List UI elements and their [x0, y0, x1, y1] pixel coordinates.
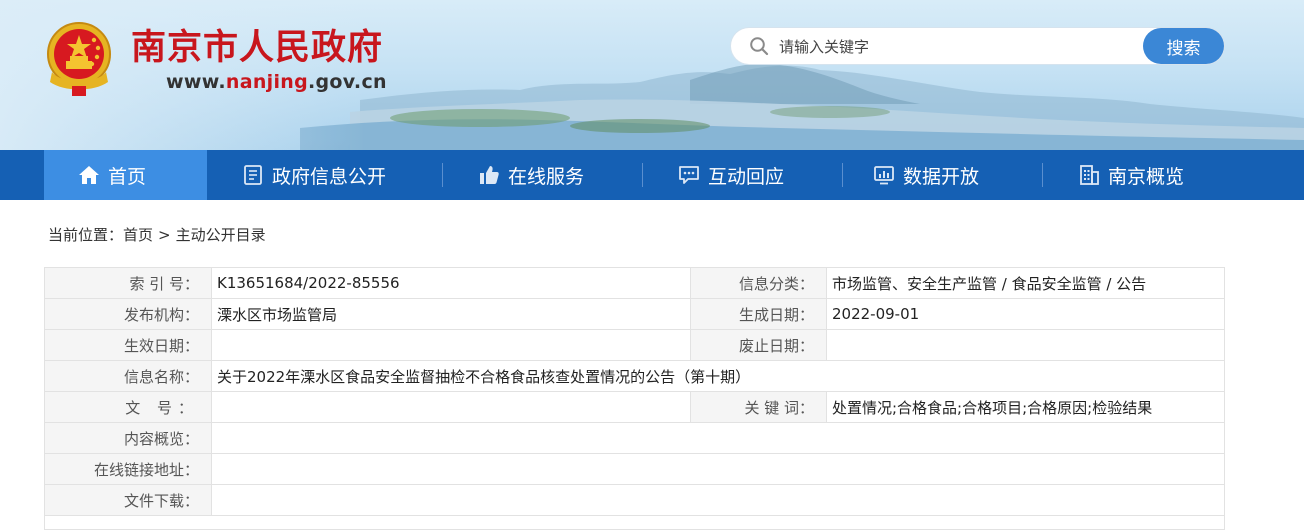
search-button[interactable]: 搜索 [1143, 28, 1224, 64]
nav-divider [1042, 163, 1043, 187]
nav-item-label: 南京概览 [1108, 165, 1185, 188]
nav-item-interaction[interactable]: 互动回应 [678, 150, 784, 200]
nav-item-gov-info[interactable]: 政府信息公开 [242, 150, 386, 200]
breadcrumb-prefix: 当前位置： [48, 226, 124, 244]
nav-item-home[interactable]: 首页 [44, 150, 207, 200]
table-row: 内容概览： [44, 422, 1225, 454]
breadcrumb: 当前位置：首页 > 主动公开目录 [48, 224, 266, 245]
breadcrumb-current-link[interactable]: 主动公开目录 [176, 226, 266, 244]
doc-number-value [211, 391, 691, 423]
nav-item-label: 数据开放 [903, 165, 980, 188]
effective-date-label: 生效日期： [44, 329, 212, 361]
site-url-suffix: .gov.cn [308, 71, 387, 93]
nav-item-label: 互动回应 [708, 165, 785, 188]
site-url[interactable]: www.nanjing.gov.cn [166, 71, 387, 93]
expired-date-value [826, 329, 1225, 361]
summary-label: 内容概览： [44, 422, 212, 454]
created-date-label: 生成日期： [690, 298, 827, 330]
publisher-label: 发布机构： [44, 298, 212, 330]
monitor-chart-icon [874, 166, 894, 185]
category-label: 信息分类： [690, 267, 827, 299]
table-row [44, 515, 1225, 530]
created-date-value: 2022-09-01 [826, 298, 1225, 330]
search-box: 搜索 [731, 28, 1224, 66]
publisher-value: 溧水区市场监管局 [211, 298, 691, 330]
info-table: 索 引 号： K13651684/2022-85556 信息分类： 市场监管、安… [44, 267, 1225, 530]
summary-value [211, 422, 1225, 454]
file-download-value [211, 484, 1225, 516]
table-row: 发布机构： 溧水区市场监管局 生成日期： 2022-09-01 [44, 298, 1225, 330]
index-value: K13651684/2022-85556 [211, 267, 691, 299]
nav-item-label: 政府信息公开 [272, 165, 387, 188]
table-row: 在线链接地址： [44, 453, 1225, 485]
thumbs-up-icon [480, 166, 499, 184]
breadcrumb-home-link[interactable]: 首页 [123, 226, 153, 244]
file-download-label: 文件下载： [44, 484, 212, 516]
online-link-label: 在线链接地址： [44, 453, 212, 485]
expired-date-label: 废止日期： [690, 329, 827, 361]
nav-divider [842, 163, 843, 187]
doc-number-label: 文 号： [44, 391, 212, 423]
effective-date-value [211, 329, 691, 361]
document-icon [244, 165, 262, 185]
online-link-value [211, 453, 1225, 485]
info-title-label: 信息名称： [44, 360, 212, 392]
header-banner: 南京市人民政府 www.nanjing.gov.cn 搜索 [0, 0, 1304, 150]
nav-item-online-service[interactable]: 在线服务 [478, 150, 584, 200]
table-row: 索 引 号： K13651684/2022-85556 信息分类： 市场监管、安… [44, 267, 1225, 299]
table-row: 文件下载： [44, 484, 1225, 516]
category-value: 市场监管、安全生产监管 / 食品安全监管 / 公告 [826, 267, 1225, 299]
nav-item-nanjing-overview[interactable]: 南京概览 [1078, 150, 1184, 200]
nav-item-open-data[interactable]: 数据开放 [873, 150, 979, 200]
nav-divider [442, 163, 443, 187]
main-nav: 首页 政府信息公开 在线服务 互动回应 数据开放 南京概览 [0, 150, 1304, 200]
search-input[interactable] [777, 28, 1131, 66]
chat-icon [679, 166, 699, 184]
breadcrumb-separator: > [158, 226, 171, 244]
national-emblem-icon [47, 22, 111, 96]
site-url-highlight: nanjing [225, 71, 309, 93]
table-footer-cell [44, 515, 1225, 530]
search-icon [750, 37, 769, 56]
site-url-prefix: www. [166, 71, 226, 93]
nav-item-label: 首页 [108, 165, 147, 188]
site-title: 南京市人民政府 [131, 28, 384, 68]
table-row: 生效日期： 废止日期： [44, 329, 1225, 361]
nav-divider [642, 163, 643, 187]
info-title-value: 关于2022年溧水区食品安全监督抽检不合格食品核查处置情况的公告（第十期） [211, 360, 1225, 392]
keywords-label: 关 键 词： [690, 391, 827, 423]
nav-item-label: 在线服务 [508, 165, 585, 188]
building-icon [1080, 165, 1099, 185]
table-row: 文 号： 关 键 词： 处置情况;合格食品;合格项目;合格原因;检验结果 [44, 391, 1225, 423]
keywords-value: 处置情况;合格食品;合格项目;合格原因;检验结果 [826, 391, 1225, 423]
index-label: 索 引 号： [44, 267, 212, 299]
home-icon [79, 166, 99, 184]
table-row: 信息名称： 关于2022年溧水区食品安全监督抽检不合格食品核查处置情况的公告（第… [44, 360, 1225, 392]
